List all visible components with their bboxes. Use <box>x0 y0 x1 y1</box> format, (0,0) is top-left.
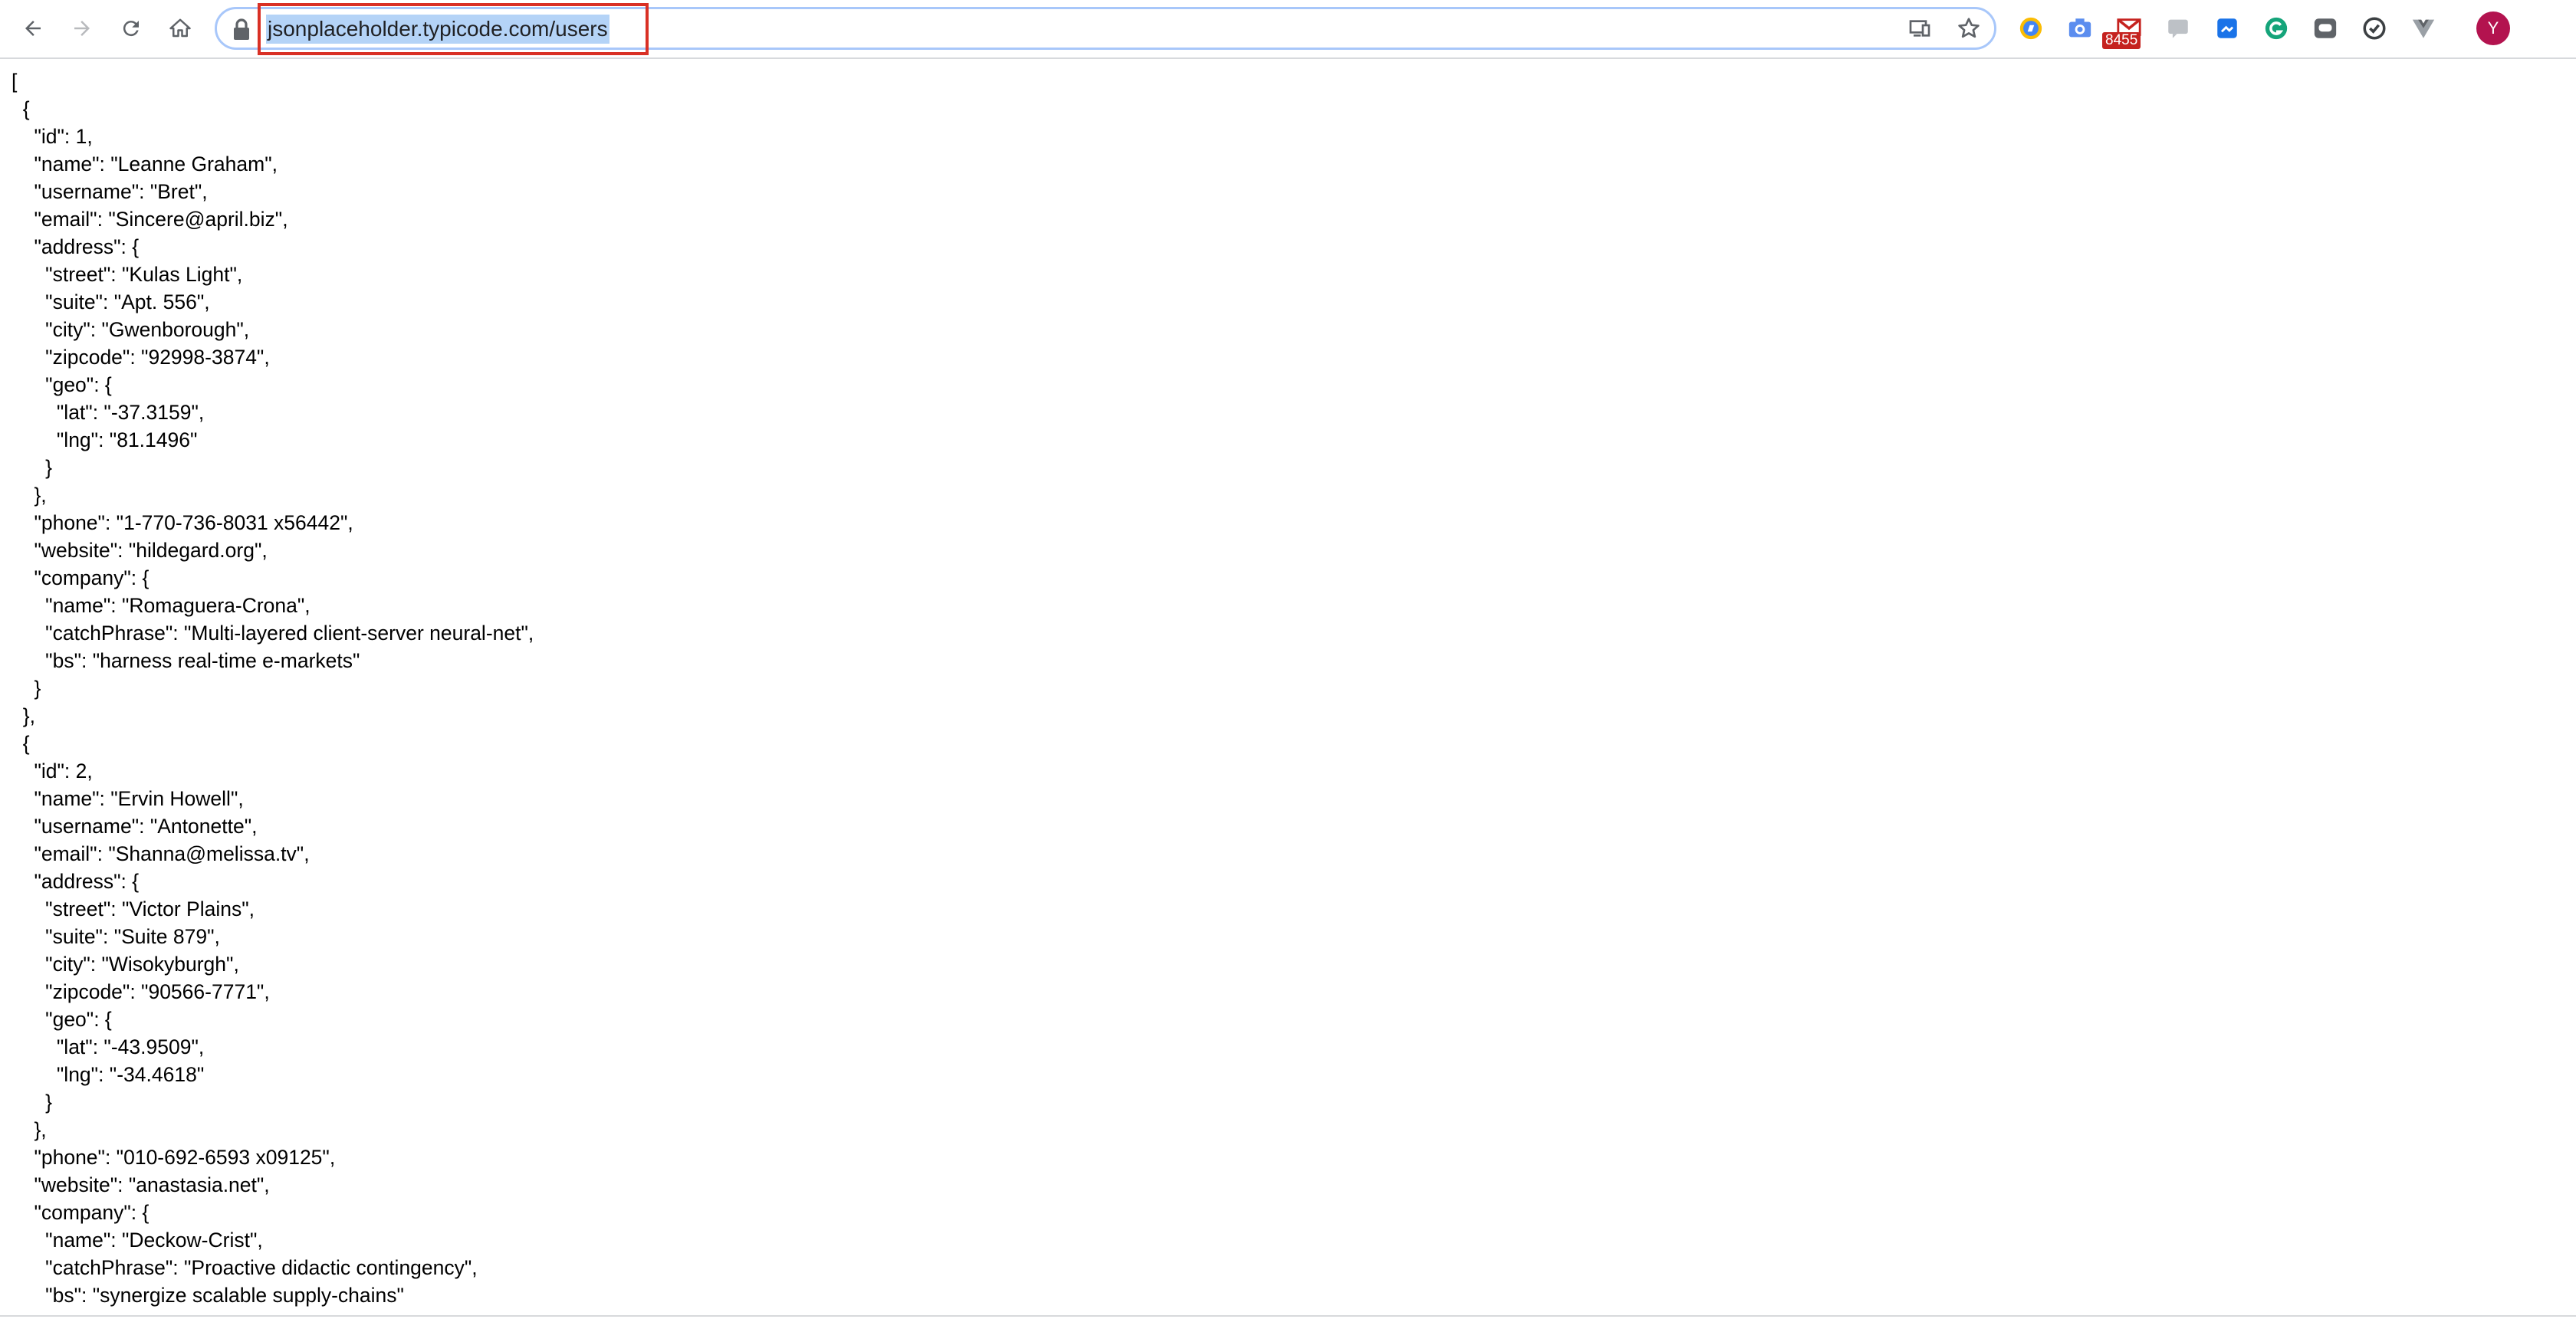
back-button[interactable] <box>15 11 51 46</box>
mail-count-badge: 8455 <box>2102 32 2141 49</box>
json-line: "bs": "harness real-time e-markets" <box>12 649 360 672</box>
url-text[interactable]: jsonplaceholder.typicode.com/users <box>266 15 610 44</box>
browser-toolbar: jsonplaceholder.typicode.com/users 8455 … <box>0 0 2576 59</box>
json-line: "company": { <box>12 1201 150 1224</box>
extension-button-5[interactable] <box>2213 14 2242 43</box>
star-icon <box>1958 18 1980 38</box>
extension-button-6[interactable] <box>2262 14 2291 43</box>
back-icon <box>25 21 41 36</box>
json-line: "id": 1, <box>12 125 93 148</box>
extension-button-1[interactable] <box>2016 14 2045 43</box>
json-line: "street": "Kulas Light", <box>12 263 243 286</box>
json-line: "catchPhrase": "Proactive didactic conti… <box>12 1256 478 1279</box>
screenshot-icon <box>2217 18 2237 38</box>
reload-button[interactable] <box>113 11 149 46</box>
json-line: "phone": "1-770-736-8031 x56442", <box>12 511 353 534</box>
json-line: "email": "Shanna@melissa.tv", <box>12 842 310 865</box>
json-line: { <box>12 97 30 120</box>
json-line: "geo": { <box>12 1008 112 1031</box>
json-line: "catchPhrase": "Multi-layered client-ser… <box>12 622 534 645</box>
json-line: } <box>12 677 41 700</box>
reload-icon <box>123 21 139 37</box>
json-line: "name": "Leanne Graham", <box>12 153 278 176</box>
json-line: "zipcode": "92998-3874", <box>12 346 270 369</box>
extension-button-2[interactable] <box>2065 14 2095 43</box>
json-line: "name": "Romaguera-Crona", <box>12 594 310 617</box>
cast-button[interactable] <box>1907 15 1933 41</box>
line-icon <box>2314 18 2337 38</box>
json-line: "city": "Wisokyburgh", <box>12 953 239 976</box>
json-line: }, <box>12 1118 47 1141</box>
extension-button-8[interactable] <box>2360 14 2389 43</box>
json-line: } <box>12 456 53 479</box>
json-line: "street": "Victor Plains", <box>12 897 255 920</box>
json-line: "id": 2, <box>12 760 93 783</box>
home-button[interactable] <box>163 11 198 46</box>
json-line: "lng": "81.1496" <box>12 428 198 451</box>
cast-icon <box>1909 20 1930 37</box>
json-line: [ <box>12 70 18 93</box>
json-line: }, <box>12 484 47 507</box>
json-line: "website": "anastasia.net", <box>12 1173 270 1196</box>
json-line: "phone": "010-692-6593 x09125", <box>12 1146 336 1169</box>
json-line: "address": { <box>12 870 140 893</box>
json-line: "lng": "-34.4618" <box>12 1063 205 1086</box>
json-response-body: [ { "id": 1, "name": "Leanne Graham", "u… <box>12 67 534 1309</box>
extension-button-9[interactable] <box>2409 14 2438 43</box>
json-line: "name": "Ervin Howell", <box>12 787 244 810</box>
camera-icon <box>2068 18 2091 38</box>
json-line: "company": { <box>12 566 150 589</box>
json-line: "lat": "-37.3159", <box>12 401 205 424</box>
extension-button-4[interactable] <box>2164 14 2193 43</box>
json-line: "city": "Gwenborough", <box>12 318 250 341</box>
forward-button[interactable] <box>64 11 100 46</box>
json-line: "username": "Bret", <box>12 180 208 203</box>
profile-avatar[interactable]: Y <box>2476 11 2510 45</box>
lock-icon <box>234 18 249 40</box>
json-line: "lat": "-43.9509", <box>12 1035 205 1058</box>
bookmark-star-button[interactable] <box>1956 15 1982 41</box>
json-line: }, <box>12 704 35 727</box>
home-icon <box>169 18 191 38</box>
json-line: "geo": { <box>12 373 112 396</box>
chat-icon <box>2168 19 2188 38</box>
json-line: "suite": "Apt. 556", <box>12 290 210 313</box>
json-line: { <box>12 732 30 755</box>
compass-icon <box>2019 17 2042 40</box>
json-line: "zipcode": "90566-7771", <box>12 980 270 1003</box>
json-line: } <box>12 1091 53 1114</box>
json-line: "bs": "synergize scalable supply-chains" <box>12 1284 404 1307</box>
extension-button-7[interactable] <box>2311 14 2340 43</box>
json-line: "address": { <box>12 235 140 258</box>
grammar-icon <box>2265 17 2288 40</box>
json-line: "website": "hildegard.org", <box>12 539 268 562</box>
json-line: "username": "Antonette", <box>12 815 258 838</box>
window-bottom-border <box>0 1315 2576 1317</box>
json-line: "email": "Sincere@april.biz", <box>12 208 288 231</box>
json-line: "name": "Deckow-Crist", <box>12 1229 263 1252</box>
vue-icon <box>2412 19 2435 38</box>
json-line: "suite": "Suite 879", <box>12 925 220 948</box>
forward-icon <box>74 21 90 36</box>
sync-icon <box>2363 17 2386 40</box>
